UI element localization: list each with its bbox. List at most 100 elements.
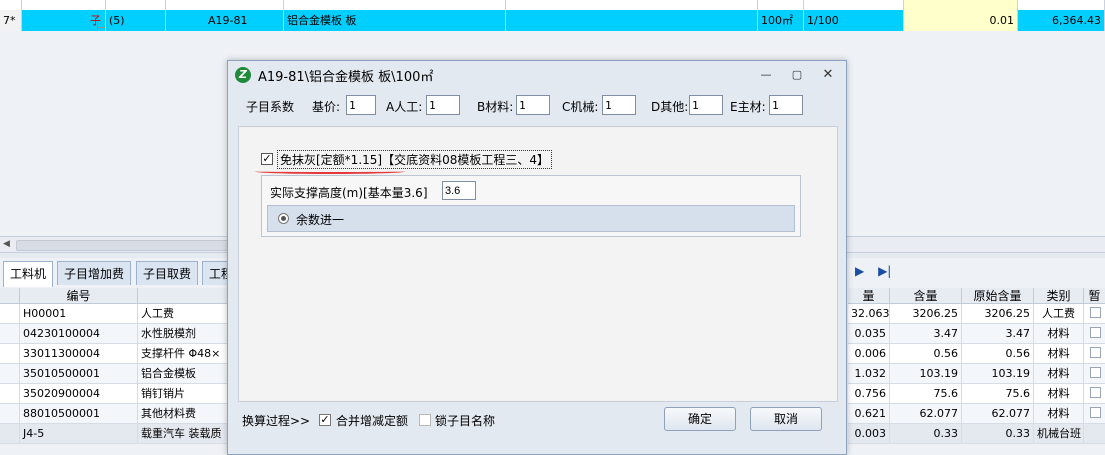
row-seq: (5) — [106, 10, 166, 31]
lock-name-checkbox[interactable] — [419, 414, 431, 426]
row-number: 7* — [0, 10, 22, 31]
tab-material[interactable]: 工料机 — [3, 261, 54, 287]
app-logo-icon: Z — [235, 67, 251, 83]
table-row[interactable]: 1.032 103.19 103.19 材料 — [848, 364, 1105, 384]
row-checkbox[interactable] — [1090, 347, 1101, 358]
coef-base-label: 基价: — [312, 100, 341, 114]
coef-other-input[interactable] — [689, 95, 723, 115]
coefficient-row: 子目系数 基价: A人工: B材料: C机械: D其他: E主材: — [228, 94, 846, 118]
option-checkbox[interactable]: ✓ — [261, 153, 273, 165]
table-row[interactable]: J4-5 载重汽车 装载质 — [0, 424, 230, 444]
table-row[interactable]: 35010500001 铝合金模板 — [0, 364, 230, 384]
coef-main-material-input[interactable] — [769, 95, 803, 115]
table-row[interactable]: H00001 人工费 — [0, 304, 230, 324]
cell-name: 铝合金模板 — [138, 364, 230, 383]
round-up-label: 余数进一 — [296, 213, 345, 227]
header-qty-left[interactable]: 量 — [848, 288, 890, 304]
table-row[interactable]: 0.756 75.6 75.6 材料 — [848, 384, 1105, 404]
dialog-titlebar[interactable]: Z A19-81\铝合金模板 板\100㎡ — ▢ ✕ — [228, 61, 846, 89]
table-row[interactable]: 04230100004 水性脱模剂 — [0, 324, 230, 344]
row-name[interactable]: 铝合金模板 板 — [284, 10, 506, 31]
red-underline-annotation — [255, 169, 405, 174]
cell-qty[interactable]: 103.19 — [890, 364, 962, 383]
header-last[interactable]: 暂 — [1084, 288, 1105, 304]
row-code: A19-81 — [166, 10, 284, 31]
next-page-icon[interactable]: ▶ — [855, 264, 864, 278]
conversion-dialog: Z A19-81\铝合金模板 板\100㎡ — ▢ ✕ 子目系数 基价: A人工… — [227, 60, 847, 455]
table-row[interactable]: 0.006 0.56 0.56 材料 — [848, 344, 1105, 364]
cell-qty[interactable]: 75.6 — [890, 384, 962, 403]
cell-orig: 0.33 — [962, 424, 1034, 443]
minimize-icon[interactable]: — — [758, 67, 774, 83]
row-blank — [506, 10, 758, 31]
cell-orig: 75.6 — [962, 384, 1034, 403]
row-checkbox[interactable] — [1090, 387, 1101, 398]
cell-v1: 0.621 — [848, 404, 890, 423]
maximize-icon[interactable]: ▢ — [789, 67, 805, 83]
cell-name: 载重汽车 装载质 — [138, 424, 230, 443]
row-checkbox[interactable] — [1090, 327, 1101, 338]
cell-name: 人工费 — [138, 304, 230, 323]
cell-qty[interactable]: 0.56 — [890, 344, 962, 363]
header-category[interactable]: 类别 — [1034, 288, 1084, 304]
cell-name: 水性脱模剂 — [138, 324, 230, 343]
cell-qty[interactable]: 62.077 — [890, 404, 962, 423]
grid-header-left: 编号 — [0, 288, 230, 304]
support-height-input[interactable] — [442, 181, 476, 200]
cell-v1: 1.032 — [848, 364, 890, 383]
cell-v1: 0.756 — [848, 384, 890, 403]
row-total: 6,364.43 — [1018, 10, 1105, 31]
table-row[interactable]: 0.621 62.077 62.077 材料 — [848, 404, 1105, 424]
row-checkbox[interactable] — [1090, 367, 1101, 378]
header-orig-qty[interactable]: 原始含量 — [962, 288, 1034, 304]
table-row[interactable]: 33011300004 支撑杆件 Φ48× — [0, 344, 230, 364]
grid-header-right: 量 含量 原始含量 类别 暂 — [848, 288, 1105, 304]
coef-machine-label: C机械: — [562, 100, 599, 114]
row-checkbox[interactable] — [1090, 407, 1101, 418]
table-row-selected[interactable]: 7* 子 (5) A19-81 铝合金模板 板 100㎡ 1/100 0.01 … — [0, 10, 1105, 31]
last-page-icon[interactable]: ▶| — [878, 264, 891, 278]
coef-labor-input[interactable] — [426, 95, 460, 115]
merge-label: 合并增减定额 — [336, 414, 409, 428]
coef-base-input[interactable] — [346, 95, 376, 115]
row-checkbox[interactable] — [1090, 307, 1101, 318]
cell-category: 材料 — [1034, 364, 1084, 383]
table-row[interactable]: 32.063 3206.25 3206.25 人工费 — [848, 304, 1105, 324]
table-row[interactable]: 35020900004 销钉销片 — [0, 384, 230, 404]
ok-button[interactable]: 确定 — [664, 407, 736, 431]
round-up-radio[interactable] — [278, 213, 289, 224]
rounding-option[interactable]: 余数进一 — [267, 205, 795, 232]
cell-v1: 0.003 — [848, 424, 890, 443]
option-label[interactable]: 免抹灰[定额*1.15]【交底资料08模板工程三、4】 — [277, 150, 552, 169]
cell-code: H00001 — [20, 304, 138, 323]
cell-qty[interactable]: 3.47 — [890, 324, 962, 343]
table-row[interactable]: 88010500001 其他材料费 — [0, 404, 230, 424]
header-code[interactable]: 编号 — [20, 288, 138, 304]
tab-add-fee[interactable]: 子目增加费 — [57, 261, 132, 285]
table-row[interactable]: 0.035 3.47 3.47 材料 — [848, 324, 1105, 344]
header-qty[interactable]: 含量 — [890, 288, 962, 304]
close-icon[interactable]: ✕ — [820, 67, 836, 83]
row-unit: 100㎡ — [758, 10, 804, 31]
dialog-footer: 换算过程>> ✓ 合并增减定额 锁子目名称 确定 取消 — [228, 406, 846, 446]
row-qty[interactable]: 0.01 — [904, 10, 1018, 31]
cell-qty[interactable]: 3206.25 — [890, 304, 962, 323]
process-toggle[interactable]: 换算过程>> — [242, 412, 310, 429]
scroll-left-icon[interactable]: ◀ — [3, 239, 10, 249]
row-type: 子 — [90, 14, 101, 27]
cell-category: 材料 — [1034, 344, 1084, 363]
coef-labor-label: A人工: — [386, 100, 423, 114]
row-type-cell: 子 — [22, 10, 106, 31]
coef-material-input[interactable] — [516, 95, 550, 115]
coef-title: 子目系数 — [246, 100, 295, 114]
cell-category: 材料 — [1034, 384, 1084, 403]
table-row[interactable]: 0.003 0.33 0.33 机械台班 — [848, 424, 1105, 444]
cell-code: J4-5 — [20, 424, 138, 443]
tab-fee[interactable]: 子目取费 — [136, 261, 199, 285]
cancel-button[interactable]: 取消 — [750, 407, 822, 431]
cell-v1: 0.006 — [848, 344, 890, 363]
coef-machine-input[interactable] — [602, 95, 636, 115]
cell-qty[interactable]: 0.33 — [890, 424, 962, 443]
table-row-previous[interactable] — [0, 0, 1105, 10]
merge-checkbox[interactable]: ✓ — [319, 414, 331, 426]
